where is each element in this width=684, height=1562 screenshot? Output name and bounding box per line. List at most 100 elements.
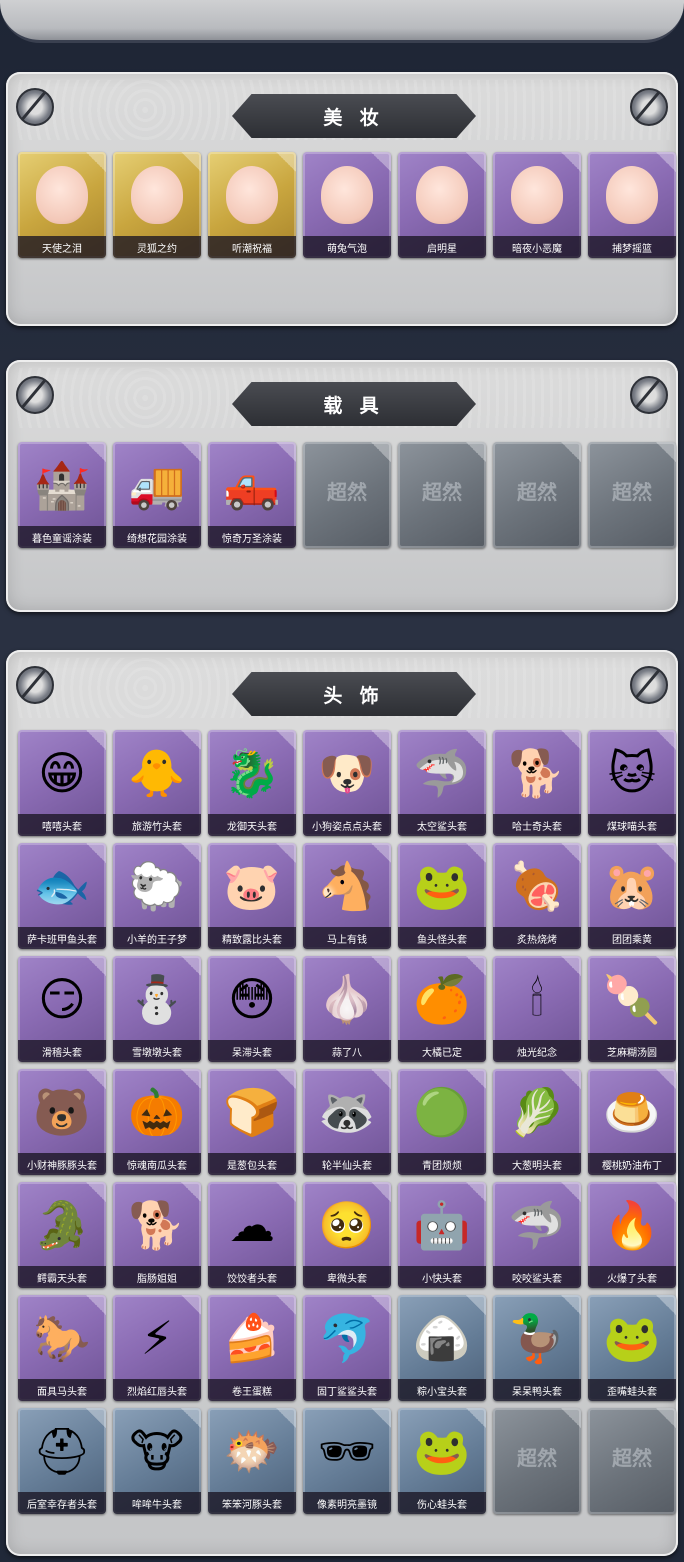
bbq-meat-icon: 🍖	[508, 860, 566, 912]
item-card[interactable]: 萌兔气泡	[303, 152, 391, 258]
item-card[interactable]: 🍊 大橘已定	[398, 956, 486, 1062]
item-label: 固丁鲨鲨头套	[303, 1379, 391, 1401]
item-label: 捕梦摇篮	[588, 236, 676, 258]
item-card[interactable]: 🏰 暮色童谣涂装	[18, 442, 106, 548]
item-card[interactable]: ⚡ 烈焰红唇头套	[113, 1295, 201, 1401]
item-label: 暮色童谣涂装	[18, 526, 106, 548]
item-card[interactable]: 🐶 小狗姿点点头套	[303, 730, 391, 836]
item-card[interactable]: 🎃 惊魂南瓜头套	[113, 1069, 201, 1175]
item-card[interactable]: 🦈 咬咬鲨头套	[493, 1182, 581, 1288]
item-label: 听潮祝福	[208, 236, 296, 258]
item-card[interactable]: 🐡 笨笨河豚头套	[208, 1408, 296, 1514]
item-card[interactable]: 🐥 旅游竹头套	[113, 730, 201, 836]
item-card[interactable]: 🐎 面具马头套	[18, 1295, 106, 1401]
item-card[interactable]: 🦆 呆呆鸭头套	[493, 1295, 581, 1401]
item-card[interactable]: 🐸 歪嘴蛙头套	[588, 1295, 676, 1401]
star-glasses-face-icon	[398, 158, 486, 232]
item-card[interactable]: 🟢 青团烦烦	[398, 1069, 486, 1175]
empty-item-slot[interactable]: 超然	[493, 442, 581, 548]
empty-item-slot[interactable]: 超然	[303, 442, 391, 548]
item-card[interactable]: 暗夜小恶魔	[493, 152, 581, 258]
item-card[interactable]: 🐬 固丁鲨鲨头套	[303, 1295, 391, 1401]
item-card[interactable]: 启明星	[398, 152, 486, 258]
item-label: 饺饺者头套	[208, 1266, 296, 1288]
watermark-logo-icon: 超然	[612, 1446, 652, 1470]
cloud-head-icon: ☁	[229, 1199, 275, 1251]
item-card[interactable]: 灵狐之约	[113, 152, 201, 258]
item-card[interactable]: 🤖 小快头套	[398, 1182, 486, 1288]
empty-item-slot[interactable]: 超然	[398, 442, 486, 548]
item-label: 呆呆鸭头套	[493, 1379, 581, 1401]
item-card[interactable]: 🥬 大葱明头套	[493, 1069, 581, 1175]
item-card[interactable]: 🚚 绮想花园涂装	[113, 442, 201, 548]
item-card[interactable]: 🔥 火爆了头套	[588, 1182, 676, 1288]
item-card[interactable]: 😳 呆滞头套	[208, 956, 296, 1062]
item-card[interactable]: ⛑ 后室幸存者头套	[18, 1408, 106, 1514]
empty-item-slot[interactable]: 超然	[588, 1408, 676, 1514]
castle-carriage-icon: 🏰	[33, 459, 91, 511]
item-card[interactable]: 🦈 太空鲨头套	[398, 730, 486, 836]
item-card[interactable]: 🍰 卷王蛋糕	[208, 1295, 296, 1401]
roll-cake-icon: 🍰	[223, 1312, 281, 1364]
item-card[interactable]: 🍮 樱桃奶油布丁	[588, 1069, 676, 1175]
item-card[interactable]: 😁 嘻嘻头套	[18, 730, 106, 836]
empty-item-slot[interactable]: 超然	[588, 442, 676, 548]
item-card[interactable]: 🐕 脂肠姐姐	[113, 1182, 201, 1288]
section-title-banner: 美 妆	[232, 94, 476, 138]
item-card[interactable]: 🐟 萨卡班甲鱼头套	[18, 843, 106, 949]
item-card[interactable]: 🐻 小财神豚豚头套	[18, 1069, 106, 1175]
empty-item-slot[interactable]: 超然	[493, 1408, 581, 1514]
item-card[interactable]: 听潮祝福	[208, 152, 296, 258]
doll-face-shape	[226, 166, 278, 224]
item-card[interactable]: 🐹 团团乘黄	[588, 843, 676, 949]
item-card[interactable]: 🐷 精致露比头套	[208, 843, 296, 949]
item-card[interactable]: 🍡 芝麻糊汤圆	[588, 956, 676, 1062]
item-card[interactable]: 🐊 鳄霸天头套	[18, 1182, 106, 1288]
item-card[interactable]: ☁ 饺饺者头套	[208, 1182, 296, 1288]
pumpkin-head-icon: 🎃	[128, 1086, 186, 1138]
item-card[interactable]: 🕯 烛光纪念	[493, 956, 581, 1062]
item-card[interactable]: 🦝 轮半仙头套	[303, 1069, 391, 1175]
item-card[interactable]: 🐮 哞哞牛头套	[113, 1408, 201, 1514]
item-card[interactable]: 🐑 小羊的王子梦	[113, 843, 201, 949]
item-label: 樱桃奶油布丁	[588, 1153, 676, 1175]
item-card[interactable]: 🧄 蒜了八	[303, 956, 391, 1062]
pufferfish-head-icon: 🐡	[223, 1425, 281, 1477]
item-card[interactable]: 捕梦摇篮	[588, 152, 676, 258]
item-card[interactable]: 🐴 马上有钱	[303, 843, 391, 949]
cat-head-icon: 🐱	[608, 747, 656, 799]
item-card[interactable]: 🐸 鱼头怪头套	[398, 843, 486, 949]
item-label: 哞哞牛头套	[113, 1492, 201, 1514]
item-card[interactable]: 🐕 哈士奇头套	[493, 730, 581, 836]
headwear-section: 头 饰 😁 嘻嘻头套 🐥 旅游竹头套 🐉 龙御天头套 🐶 小狗姿点点头套 🦈 太空鲨头套 🐕 哈士奇头…	[6, 650, 678, 1556]
item-label: 脂肠姐姐	[113, 1266, 201, 1288]
sad-frog-icon: 🐸	[413, 1425, 471, 1477]
watermark-logo-icon: 超然	[517, 480, 557, 504]
item-card[interactable]: 🐸 伤心蛙头套	[398, 1408, 486, 1514]
headwear-grid: 😁 嘻嘻头套 🐥 旅游竹头套 🐉 龙御天头套 🐶 小狗姿点点头套 🦈 太空鲨头套 🐕 哈士奇头套 🐱 煤球…	[18, 730, 676, 1514]
section-title-banner: 头 饰	[232, 672, 476, 716]
section-title: 头 饰	[323, 685, 385, 707]
item-label: 雪墩墩头套	[113, 1040, 201, 1062]
item-label: 青团烦烦	[398, 1153, 486, 1175]
item-card[interactable]: 🍞 是葱包头套	[208, 1069, 296, 1175]
item-card[interactable]: 🥺 卑微头套	[303, 1182, 391, 1288]
item-card[interactable]: 😏 滑稽头套	[18, 956, 106, 1062]
dumpling-head-icon: 🍡	[603, 973, 661, 1025]
item-card[interactable]: 🛻 惊奇万圣涂装	[208, 442, 296, 548]
item-card[interactable]: 🕶 像素明亮墨镜	[303, 1408, 391, 1514]
item-card[interactable]: 🐱 煤球喵头套	[588, 730, 676, 836]
item-label: 萨卡班甲鱼头套	[18, 927, 106, 949]
item-card[interactable]: 🍖 炙热烧烤	[493, 843, 581, 949]
item-card[interactable]: 天使之泪	[18, 152, 106, 258]
item-card[interactable]: 🐉 龙御天头套	[208, 730, 296, 836]
green-bun-icon: 🟢	[413, 1086, 471, 1138]
watermark-logo-icon: 超然	[612, 480, 652, 504]
blue-shark-icon: 🐬	[318, 1312, 376, 1364]
item-card[interactable]: ⛄ 雪墩墩头套	[113, 956, 201, 1062]
item-label: 伤心蛙头套	[398, 1492, 486, 1514]
compass-ornament-icon	[630, 376, 668, 414]
item-label: 卑微头套	[303, 1266, 391, 1288]
doll-face-shape	[36, 166, 88, 224]
item-card[interactable]: 🍙 粽小宝头套	[398, 1295, 486, 1401]
